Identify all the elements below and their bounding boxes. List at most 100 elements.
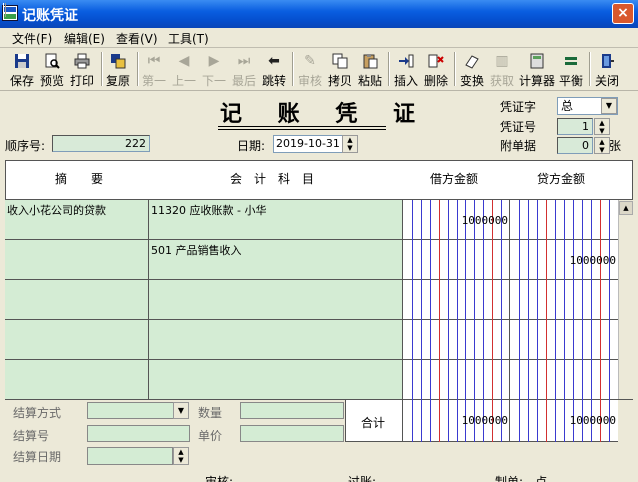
delete-button[interactable]: 删除 — [422, 51, 450, 89]
summary-cell[interactable] — [5, 320, 149, 360]
dropdown-arrow-icon[interactable]: ▼ — [601, 98, 617, 114]
jump-label: 跳转 — [261, 74, 286, 88]
maker-value: 卢 — [535, 475, 548, 482]
amount-digit-line — [492, 320, 493, 360]
quantity-field[interactable] — [240, 402, 344, 419]
settlement-method-select[interactable] — [87, 402, 175, 419]
summary-cell[interactable] — [5, 240, 149, 280]
arrow-left-icon: ⬅ — [268, 53, 280, 69]
last-record-button[interactable]: ⏭ 最后 — [230, 51, 258, 89]
close-button[interactable]: 关闭 — [593, 51, 621, 89]
preview-button[interactable]: 预览 — [38, 51, 66, 89]
amount-digit-line — [430, 240, 431, 280]
amount-digit-line — [573, 200, 574, 240]
amount-digit-line — [474, 280, 475, 320]
copy-label: 拷贝 — [327, 74, 352, 88]
date-spinner[interactable]: ▲ ▼ — [342, 135, 358, 153]
voucher-no-field[interactable]: 1 — [557, 118, 593, 135]
grid-scrollbar[interactable] — [618, 200, 633, 399]
scroll-up-icon[interactable]: ▲ — [619, 201, 633, 215]
toolbar-separator — [589, 52, 591, 86]
column-header-account: 会 计 科 目 — [230, 172, 315, 186]
amount-digit-line — [609, 320, 610, 360]
summary-cell[interactable] — [5, 280, 149, 320]
menu-tools[interactable]: 工具(T) — [168, 30, 209, 47]
amount-digit-line — [564, 320, 565, 360]
copy-button[interactable]: 拷贝 — [326, 51, 354, 89]
amount-digit-line — [555, 200, 556, 240]
amount-digit-line — [457, 320, 458, 360]
dropdown-arrow-icon[interactable]: ▼ — [173, 402, 189, 419]
close-window-button[interactable]: × — [612, 3, 634, 24]
last-icon: ⏭ — [237, 53, 251, 69]
amount-digit-line — [412, 240, 413, 280]
amount-digit-line — [465, 360, 466, 400]
date-field[interactable]: 2019-10-31 — [273, 135, 343, 153]
voucher-no-spinner[interactable]: ▲ ▼ — [594, 118, 610, 135]
next-icon: ▶ — [208, 53, 220, 69]
amount-digit-line — [519, 200, 520, 240]
calculator-button[interactable]: 计算器 — [517, 51, 557, 89]
settlement-date-field[interactable] — [87, 447, 173, 465]
settlement-date-spinner[interactable]: ▲ ▼ — [173, 447, 189, 465]
amount-digit-line — [483, 280, 484, 320]
amount-digit-line — [546, 200, 547, 240]
amount-digit-line — [564, 280, 565, 320]
audit-button[interactable]: ✎ 审核 — [296, 51, 324, 89]
jump-button[interactable]: ⬅ 跳转 — [260, 51, 288, 89]
restore-button[interactable]: 复原 — [104, 51, 132, 89]
amount-digit-line — [546, 360, 547, 400]
menu-view[interactable]: 查看(V) — [116, 30, 158, 47]
menu-file[interactable]: 文件(F) — [12, 30, 52, 47]
summary-cell[interactable] — [5, 360, 149, 400]
settlement-number-field[interactable] — [87, 425, 190, 442]
unit-price-field[interactable] — [240, 425, 344, 442]
prev-record-button[interactable]: ◀ 上一 — [170, 51, 198, 89]
amount-digit-line — [519, 360, 520, 400]
account-cell[interactable] — [149, 280, 403, 320]
audit-label: 审核 — [297, 74, 322, 88]
calculator-icon — [529, 53, 545, 69]
account-cell[interactable] — [149, 360, 403, 400]
prev-label: 上一 — [171, 74, 196, 88]
attachments-field[interactable]: 0 — [557, 137, 593, 154]
first-icon: ⏮ — [147, 53, 161, 69]
amount-digit-line — [600, 200, 601, 240]
restore-label: 复原 — [105, 74, 130, 88]
print-button[interactable]: 打印 — [68, 51, 96, 89]
insert-button[interactable]: 插入 — [392, 51, 420, 89]
amount-digit-line — [573, 360, 574, 400]
account-cell[interactable] — [149, 320, 403, 360]
menu-edit[interactable]: 编辑(E) — [64, 30, 105, 47]
amount-digit-line — [600, 320, 601, 360]
prev-icon: ◀ — [178, 53, 190, 69]
voucher-no-label: 凭证号 — [500, 120, 537, 134]
fetch-button[interactable]: ▥ 获取 — [488, 51, 516, 89]
next-record-button[interactable]: ▶ 下一 — [200, 51, 228, 89]
print-label: 打印 — [69, 74, 94, 88]
amount-digit-line — [421, 240, 422, 280]
attachments-spinner[interactable]: ▲ ▼ — [594, 137, 610, 154]
amount-digit-line — [591, 200, 592, 240]
toolbar-separator — [292, 52, 294, 86]
paste-button[interactable]: 粘贴 — [356, 51, 384, 89]
title-bar — [0, 0, 638, 28]
amount-digit-line — [573, 320, 574, 360]
first-record-button[interactable]: ⏮ 第一 — [141, 51, 167, 89]
amount-digit-line — [609, 280, 610, 320]
seq-field[interactable]: 222 — [52, 135, 150, 152]
amount-digit-line — [600, 280, 601, 320]
amount-digit-line — [492, 360, 493, 400]
convert-button[interactable]: 变换 — [458, 51, 486, 89]
amount-digit-line — [501, 320, 502, 360]
amount-digit-line — [528, 360, 529, 400]
save-button[interactable]: 保存 — [8, 51, 36, 89]
amount-digit-line — [555, 320, 556, 360]
balance-button[interactable]: 平衡 — [558, 51, 584, 89]
amount-digit-line — [448, 280, 449, 320]
amount-digit-line — [474, 320, 475, 360]
attachments-unit: 张 — [609, 139, 622, 153]
delete-row-icon — [428, 53, 444, 69]
amount-digit-line — [519, 320, 520, 360]
equals-icon — [563, 53, 579, 69]
